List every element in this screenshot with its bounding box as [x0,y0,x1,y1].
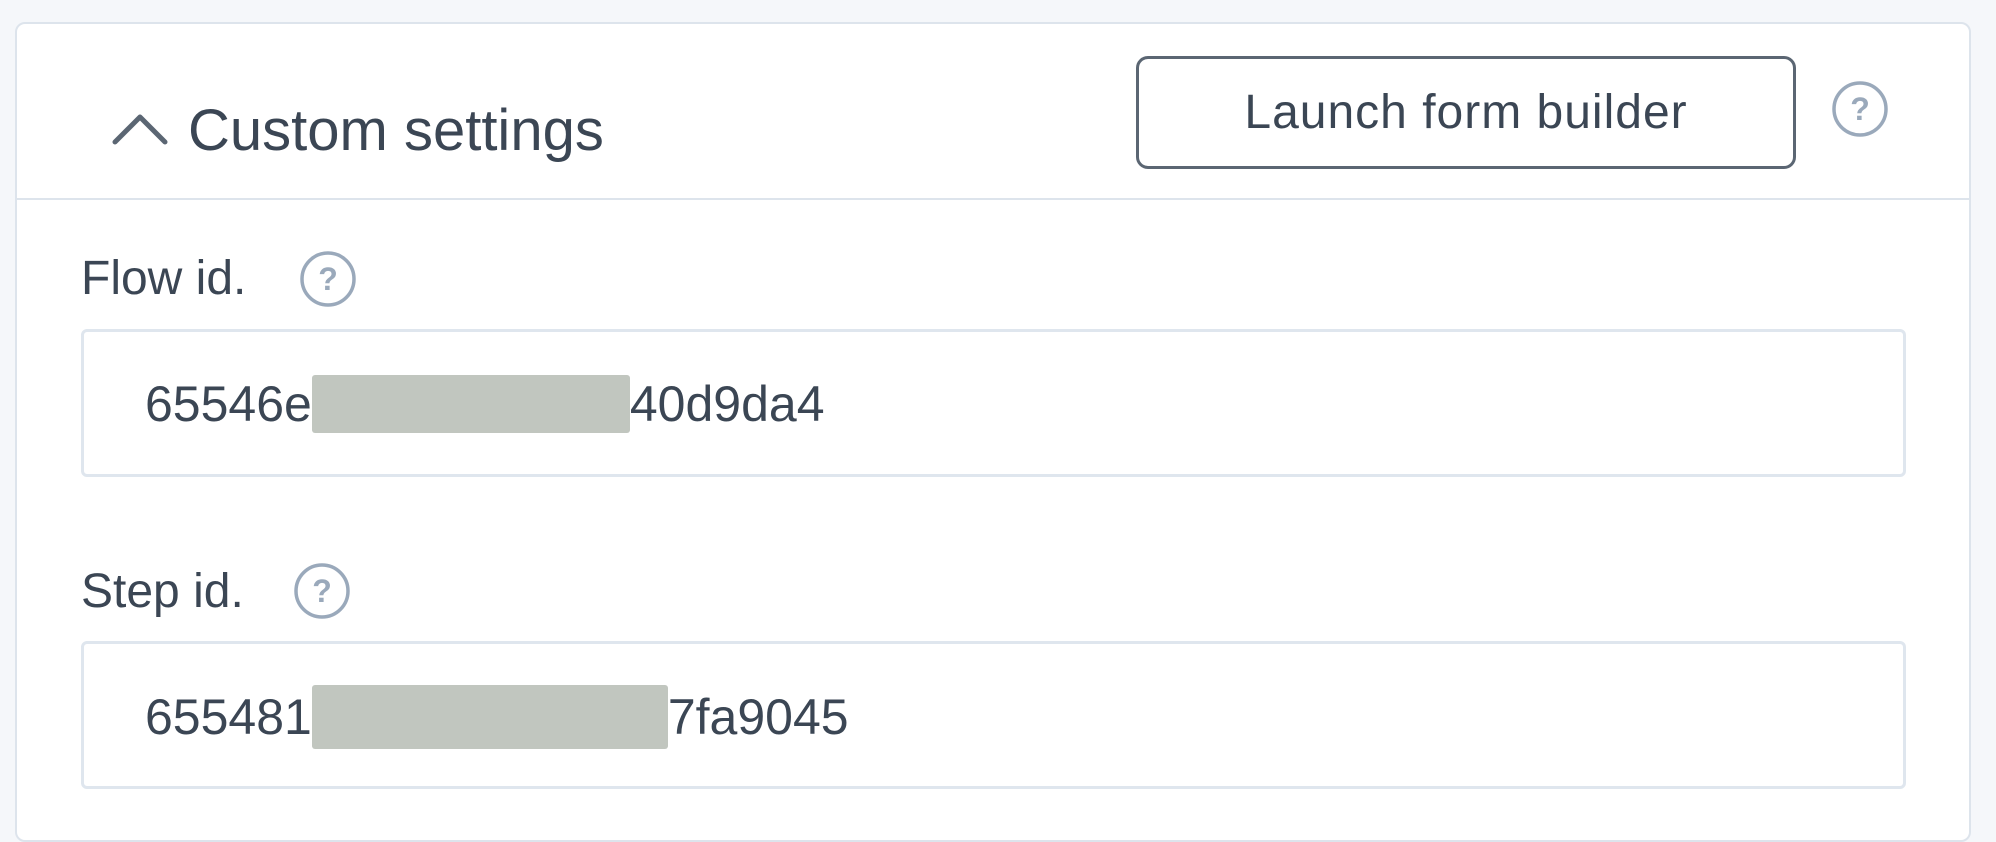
flow-id-value: 65546e 40d9da4 [145,374,825,434]
flow-id-value-start: 65546e [145,376,312,432]
step-id-label: Step id. [81,565,244,618]
panel-title: Custom settings [188,98,604,163]
svg-text:?: ? [1850,91,1870,127]
chevron-up-icon[interactable] [105,94,175,164]
help-icon[interactable]: ? [1830,79,1890,139]
step-id-input[interactable]: 655481 7fa9045 [81,641,1906,789]
redaction-block [311,375,630,433]
flow-id-input[interactable]: 65546e 40d9da4 [81,329,1906,477]
flow-id-value-end: 40d9da4 [629,376,825,432]
flow-id-label: Flow id. [81,252,247,305]
launch-form-builder-button[interactable]: Launch form builder [1136,56,1796,169]
panel-header: Custom settings Launch form builder ? [17,24,1969,200]
svg-text:?: ? [312,573,332,609]
redaction-block [311,685,668,749]
step-id-value-end: 7fa9045 [667,689,849,745]
svg-text:?: ? [318,261,338,297]
step-id-value: 655481 7fa9045 [145,685,849,749]
step-id-value-start: 655481 [145,689,312,745]
step-id-help-icon[interactable]: ? [292,561,352,621]
custom-settings-panel: Custom settings Launch form builder ? Fl… [15,22,1971,842]
flow-id-help-icon[interactable]: ? [298,249,358,309]
